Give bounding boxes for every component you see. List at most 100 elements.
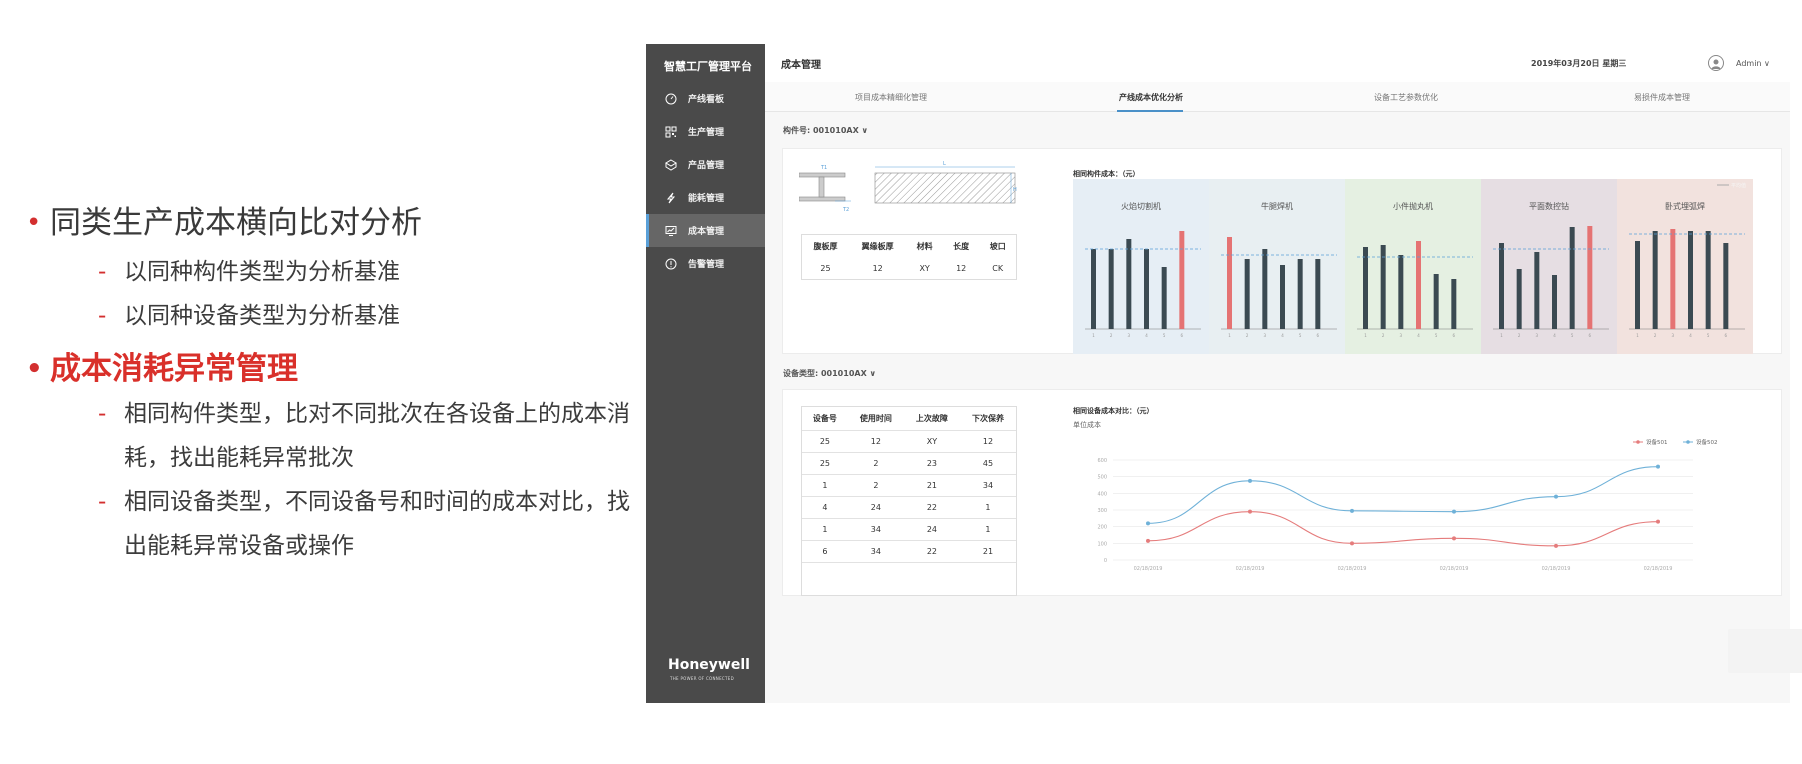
sidebar-item-alert[interactable]: 告警管理 bbox=[646, 247, 765, 280]
tick-label: 2 bbox=[1382, 333, 1385, 338]
honeywell-tagline: THE POWER OF CONNECTED bbox=[670, 676, 734, 681]
sidebar-item-production[interactable]: 生产管理 bbox=[646, 115, 765, 148]
legend-dot bbox=[1686, 440, 1690, 444]
part-selector[interactable]: 构件号: 001010AX ∨ bbox=[783, 125, 868, 136]
data-point bbox=[1350, 508, 1354, 513]
sidebar-item-dashboard[interactable]: 产线看板 bbox=[646, 82, 765, 115]
spec-value: CK bbox=[992, 264, 1004, 273]
bar bbox=[1179, 231, 1185, 329]
sidebar-item-energy[interactable]: 能耗管理 bbox=[646, 181, 765, 214]
spec-value: 25 bbox=[820, 264, 831, 273]
tick-label: 5 bbox=[1163, 333, 1166, 338]
qr-grid-icon bbox=[664, 125, 678, 139]
floating-panel bbox=[1728, 629, 1802, 673]
x-tick-label: 02/18/2019 bbox=[1236, 566, 1265, 572]
bar bbox=[1227, 237, 1232, 329]
lightning-icon bbox=[664, 191, 678, 205]
spec-header: 坡口 bbox=[989, 242, 1006, 251]
table-row[interactable]: 6 34 22 21 bbox=[802, 540, 1016, 563]
part-cost-card: T1 T2 L H 腹板厚 翼缘板厚 材料 长度 坡口 25 12 XY 12 … bbox=[782, 148, 1782, 354]
part-cost-bar-chart: 火焰切割机1 2 3 4 5 6牛腿焊机1 2 3 4 5 6小件抛丸机1 2 3 4 5 6平面数控钻1 2 3… bbox=[1073, 179, 1753, 354]
table-cell: XY bbox=[903, 430, 960, 453]
user-avatar-icon[interactable] bbox=[1708, 55, 1724, 71]
table-cell: 1 bbox=[802, 474, 848, 497]
y-tick-label: 0 bbox=[1104, 558, 1107, 564]
table-cell: 1 bbox=[959, 518, 1016, 541]
tick-label: 2 bbox=[1518, 333, 1521, 338]
bar bbox=[1280, 265, 1285, 329]
tab-project-cost[interactable]: 项目成本精细化管理 bbox=[855, 92, 927, 103]
active-tab-indicator bbox=[1117, 110, 1183, 112]
equipment-table: 设备号 使用时间 上次故障 下次保养 25 12 XY 12 25 2 23 4… bbox=[801, 406, 1017, 596]
bar bbox=[1091, 249, 1096, 329]
tick-label: 1 bbox=[1636, 333, 1639, 338]
spec-value: XY bbox=[919, 264, 930, 273]
bullet-dot: • bbox=[26, 354, 43, 384]
user-menu[interactable]: Admin ∨ bbox=[1736, 59, 1770, 68]
t2-label: T2 bbox=[842, 207, 849, 213]
table-row[interactable]: 25 12 XY 12 bbox=[802, 430, 1016, 453]
data-point bbox=[1554, 543, 1558, 548]
bar bbox=[1433, 274, 1439, 329]
slide-text: • 同类生产成本横向比对分析 - 以同种构件类型为分析基准 - 以同种设备类型为… bbox=[26, 200, 636, 568]
bar bbox=[1499, 243, 1504, 329]
tab-line-cost-optimization[interactable]: 产线成本优化分析 bbox=[1119, 92, 1183, 103]
table-cell: 6 bbox=[802, 540, 848, 563]
sub-bullet: - 相同设备类型，不同设备号和时间的成本对比，找出能耗异常设备或操作 bbox=[98, 480, 636, 568]
spec-header: 材料 bbox=[916, 242, 933, 251]
equipment-type-selector[interactable]: 设备类型: 001010AX ∨ bbox=[783, 368, 876, 379]
tick-label: 4 bbox=[1281, 333, 1284, 338]
tick-label: 4 bbox=[1145, 333, 1148, 338]
tick-label: 4 bbox=[1553, 333, 1556, 338]
sub-bullet-text: 以同种构件类型为分析基准 bbox=[124, 259, 400, 285]
bar bbox=[1244, 259, 1250, 329]
sub-bullet-text: 相同构件类型，比对不同批次在各设备上的成本消耗，找出能耗异常批次 bbox=[124, 401, 630, 471]
equipment-header: 下次保养 bbox=[959, 407, 1016, 431]
x-tick-label: 02/18/2019 bbox=[1134, 566, 1163, 572]
x-tick-label: 02/18/2019 bbox=[1338, 566, 1367, 572]
data-point bbox=[1146, 538, 1150, 543]
bar bbox=[1670, 229, 1676, 329]
bar bbox=[1688, 231, 1693, 329]
y-tick-label: 300 bbox=[1097, 508, 1107, 514]
bar bbox=[1315, 259, 1321, 329]
tick-label: 1 bbox=[1228, 333, 1231, 338]
series-line bbox=[1147, 511, 1659, 547]
table-row[interactable]: 1 34 24 1 bbox=[802, 518, 1016, 541]
table-cell: 22 bbox=[903, 540, 960, 563]
table-cell: 4 bbox=[802, 496, 848, 519]
platform-title: 智慧工厂管理平台 bbox=[664, 60, 752, 73]
y-tick-label: 100 bbox=[1097, 541, 1107, 547]
bar bbox=[1569, 227, 1575, 329]
panel-label: 火焰切割机 bbox=[1121, 201, 1161, 211]
table-cell: 24 bbox=[847, 496, 904, 519]
table-cell: 25 bbox=[802, 452, 848, 475]
tick-label: 1 bbox=[1092, 333, 1095, 338]
table-row[interactable]: 25 2 23 45 bbox=[802, 452, 1016, 475]
table-cell: 21 bbox=[903, 474, 960, 497]
legend-label: 设备501 bbox=[1646, 438, 1668, 446]
bar bbox=[1108, 249, 1114, 329]
sidebar-item-product[interactable]: 产品管理 bbox=[646, 148, 765, 181]
sidebar-item-cost[interactable]: 成本管理 bbox=[646, 214, 765, 247]
table-cell: 22 bbox=[903, 496, 960, 519]
bullet-cost-anomaly: • 成本消耗异常管理 bbox=[26, 346, 636, 392]
height-label: H bbox=[1013, 187, 1017, 193]
tab-equipment-params[interactable]: 设备工艺参数优化 bbox=[1374, 92, 1438, 103]
data-point bbox=[1146, 521, 1150, 526]
tick-label: 4 bbox=[1417, 333, 1420, 338]
table-row[interactable]: 4 24 22 1 bbox=[802, 496, 1016, 519]
data-point bbox=[1452, 536, 1456, 541]
table-cell: 12 bbox=[959, 430, 1016, 453]
equipment-header: 上次故障 bbox=[903, 407, 960, 431]
tab-wear-parts-cost[interactable]: 易损件成本管理 bbox=[1634, 92, 1690, 103]
spec-header: 长度 bbox=[953, 242, 970, 251]
table-cell: 34 bbox=[847, 540, 904, 563]
table-row[interactable]: 1 2 21 34 bbox=[802, 474, 1016, 497]
legend-dot bbox=[1636, 440, 1640, 444]
top-bar: 成本管理 2019年03月20日 星期三 Admin ∨ bbox=[765, 44, 1790, 82]
panel-label: 小件抛丸机 bbox=[1393, 201, 1433, 211]
dash-marker: - bbox=[98, 401, 107, 427]
app-window: 智慧工厂管理平台 产线看板 生产管理 产品管理 能耗管理 成本管理 告警管理 H… bbox=[646, 44, 1802, 703]
part-spec-table: 腹板厚 翼缘板厚 材料 长度 坡口 25 12 XY 12 CK bbox=[801, 234, 1017, 280]
